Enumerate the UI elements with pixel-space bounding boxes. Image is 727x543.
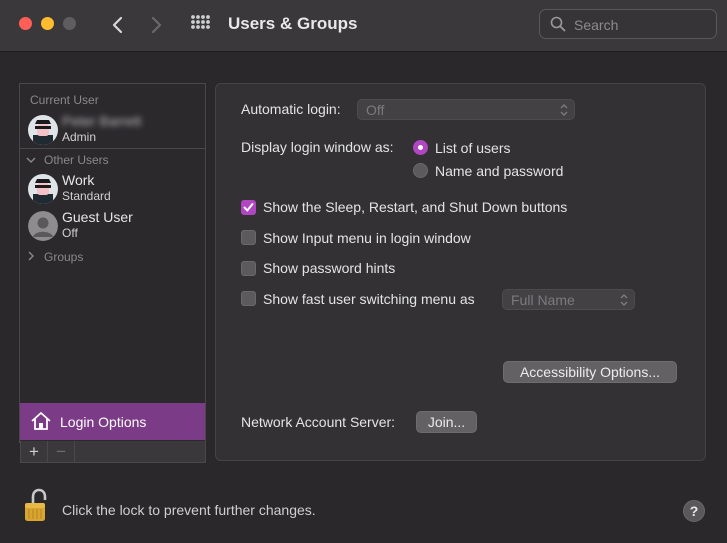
- accessibility-options-button[interactable]: Accessibility Options...: [503, 361, 677, 383]
- display-window-label: Display login window as:: [241, 139, 394, 155]
- name-and-password-radio[interactable]: [413, 163, 428, 178]
- minimize-window-button[interactable]: [41, 17, 54, 30]
- avatar: [28, 115, 58, 145]
- join-button[interactable]: Join...: [416, 411, 477, 433]
- chevron-right-icon[interactable]: [26, 251, 36, 261]
- groups-label: Groups: [44, 250, 84, 264]
- user-role: Standard: [62, 189, 111, 203]
- forward-button[interactable]: [146, 12, 168, 38]
- lock-message: Click the lock to prevent further change…: [62, 502, 316, 518]
- login-options-panel: Automatic login: Off Display login windo…: [215, 83, 706, 461]
- chevron-left-icon: [112, 16, 123, 34]
- window-title: Users & Groups: [228, 14, 358, 33]
- guest-avatar: [28, 211, 58, 241]
- input-menu-checkbox[interactable]: [241, 230, 256, 245]
- password-hints-label: Show password hints: [263, 260, 396, 276]
- sidebar-divider: [20, 148, 205, 149]
- current-user-item[interactable]: Peter Barrett Admin: [28, 113, 203, 147]
- user-name: Work: [62, 172, 95, 188]
- fast-switching-popup[interactable]: Full Name: [502, 289, 635, 310]
- help-button[interactable]: ?: [683, 500, 705, 522]
- sidebar-item-guest-user[interactable]: Guest User Off: [28, 209, 203, 243]
- home-icon: [31, 412, 51, 430]
- current-user-role: Admin: [62, 130, 97, 144]
- up-down-arrows-icon: [620, 294, 628, 306]
- add-user-button[interactable]: +: [21, 441, 48, 462]
- search-placeholder: Search: [574, 17, 619, 33]
- checkmark-icon: [243, 203, 254, 212]
- other-users-label: Other Users: [44, 153, 109, 167]
- search-icon: [550, 16, 566, 32]
- automatic-login-popup[interactable]: Off: [357, 99, 575, 120]
- fast-switching-label: Show fast user switching menu as: [263, 291, 475, 307]
- automatic-login-value: Off: [366, 102, 385, 118]
- user-name: Guest User: [62, 209, 133, 225]
- current-user-name: Peter Barrett: [62, 113, 142, 129]
- sidebar-item-work[interactable]: Work Standard: [28, 172, 203, 206]
- back-button[interactable]: [106, 12, 128, 38]
- search-field[interactable]: Search: [539, 9, 717, 39]
- sidebar-toolbar: + −: [20, 441, 206, 463]
- sleep-restart-checkbox[interactable]: [241, 200, 256, 215]
- automatic-login-label: Automatic login:: [241, 101, 341, 117]
- input-menu-label: Show Input menu in login window: [263, 230, 471, 246]
- sidebar-item-login-options[interactable]: Login Options: [20, 403, 205, 440]
- network-server-label: Network Account Server:: [241, 414, 396, 430]
- fast-switching-value: Full Name: [511, 292, 575, 308]
- grid-icon: [191, 15, 210, 29]
- list-of-users-radio[interactable]: [413, 140, 428, 155]
- users-sidebar: Current User Peter Barrett Admin Other U…: [19, 83, 206, 443]
- remove-user-button[interactable]: −: [48, 441, 75, 462]
- user-role: Off: [62, 226, 78, 240]
- title-bar: Users & Groups Search: [0, 0, 727, 52]
- lock-icon[interactable]: [23, 488, 49, 524]
- chevron-right-icon: [151, 16, 162, 34]
- avatar: [28, 174, 58, 204]
- current-user-label: Current User: [30, 93, 99, 107]
- chevron-down-icon[interactable]: [26, 155, 36, 165]
- zoom-window-button[interactable]: [63, 17, 76, 30]
- list-of-users-label: List of users: [435, 140, 511, 156]
- login-options-label: Login Options: [60, 414, 147, 430]
- name-and-password-label: Name and password: [435, 163, 564, 179]
- sleep-restart-label: Show the Sleep, Restart, and Shut Down b…: [263, 199, 568, 215]
- show-all-button[interactable]: [190, 14, 212, 36]
- password-hints-checkbox[interactable]: [241, 261, 256, 276]
- up-down-arrows-icon: [560, 104, 568, 116]
- fast-switching-checkbox[interactable]: [241, 291, 256, 306]
- close-window-button[interactable]: [19, 17, 32, 30]
